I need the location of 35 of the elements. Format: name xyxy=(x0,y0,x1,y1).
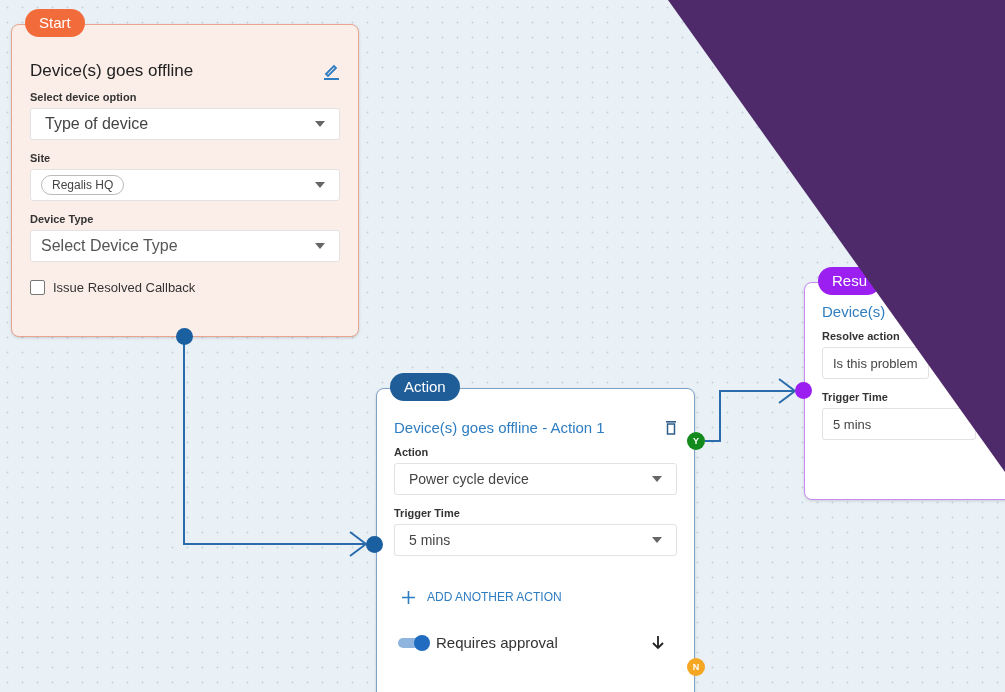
caret-icon xyxy=(652,537,662,543)
dropdown-field[interactable]: Type of device xyxy=(30,108,340,140)
field-label: Action xyxy=(394,446,429,458)
toggle-switch[interactable] xyxy=(398,634,430,651)
dropdown-field[interactable]: 5 mins xyxy=(822,408,976,440)
node-title: Device(s) xyxy=(822,303,886,320)
field-label: Select device option xyxy=(30,91,137,103)
node-title: Device(s) goes offline xyxy=(30,61,194,81)
down-arrow-icon[interactable] xyxy=(652,635,664,650)
edit-icon[interactable] xyxy=(322,62,340,80)
field-label: Trigger Time xyxy=(394,507,460,519)
field-label: Trigger Time xyxy=(822,391,888,403)
add-action-button[interactable]: ADD ANOTHER ACTION xyxy=(427,590,562,604)
field-label: Resolve action xyxy=(822,330,900,342)
toggle-label: Requires approval xyxy=(436,634,558,651)
caret-icon xyxy=(652,476,662,482)
dropdown-field[interactable]: Power cycle device xyxy=(394,463,677,495)
checkbox[interactable] xyxy=(30,280,45,295)
plus-icon[interactable] xyxy=(402,590,415,604)
checkbox-label: Issue Resolved Callback xyxy=(53,280,196,295)
connection-port[interactable]: Y xyxy=(687,432,705,450)
field-label: Device Type xyxy=(30,213,94,225)
dropdown-field[interactable]: Select Device Type xyxy=(30,230,340,262)
dropdown-field[interactable]: Is this problem xyxy=(822,347,929,379)
dropdown-field[interactable]: 5 mins xyxy=(394,524,677,556)
caret-icon xyxy=(315,121,325,127)
delete-icon[interactable] xyxy=(665,420,677,435)
node-title: Device(s) goes offline - Action 1 xyxy=(394,419,605,436)
caret-icon xyxy=(315,243,325,249)
field-label: Site xyxy=(30,152,51,164)
node-badge: Action xyxy=(390,373,460,401)
node-badge: Start xyxy=(25,9,85,37)
connection-port[interactable] xyxy=(365,535,383,553)
dropdown-field[interactable]: Regalis HQ xyxy=(30,169,340,201)
caret-icon xyxy=(315,182,325,188)
